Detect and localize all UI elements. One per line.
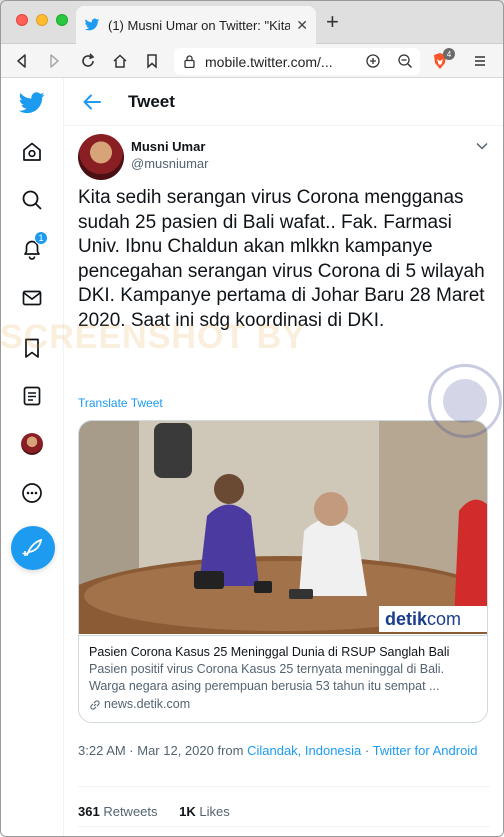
- bookmark-button[interactable]: [142, 51, 162, 71]
- retweets-stat[interactable]: 361 Retweets: [78, 804, 158, 819]
- retweets-count: 361: [78, 804, 100, 819]
- tweet-header: Tweet: [64, 78, 504, 126]
- likes-stat[interactable]: 1K Likes: [179, 804, 230, 819]
- card-image: detikcom: [79, 421, 487, 634]
- detikcom-logo: detikcom: [385, 609, 461, 629]
- browser-tab[interactable]: (1) Musni Umar on Twitter: "Kita se ✕: [76, 6, 316, 44]
- twitter-sidebar: 1: [0, 78, 64, 837]
- tweet-source[interactable]: Twitter for Android: [373, 743, 478, 758]
- translate-tweet-link[interactable]: Translate Tweet: [78, 396, 163, 410]
- likes-label: Likes: [199, 804, 230, 819]
- press-conference-photo: detikcom: [79, 421, 487, 634]
- back-arrow-icon[interactable]: [80, 90, 104, 114]
- messages-envelope-icon[interactable]: [20, 286, 44, 310]
- divider: [78, 826, 490, 827]
- url-text: mobile.twitter.com/...: [205, 53, 333, 70]
- tab-title: (1) Musni Umar on Twitter: "Kita se: [108, 17, 291, 33]
- card-domain: news.detik.com: [89, 696, 479, 713]
- tweet-location[interactable]: Cilandak, Indonesia: [247, 743, 361, 758]
- link-icon: [90, 699, 100, 710]
- home-button[interactable]: [110, 51, 130, 71]
- profile-avatar-icon[interactable]: [20, 432, 44, 456]
- turnbackhoax-stamp: [428, 364, 502, 438]
- tweet-timestamp[interactable]: 3:22 AM · Mar 12, 2020 from: [78, 743, 243, 758]
- forward-button[interactable]: [44, 51, 64, 71]
- tweet-stats: 361 Retweets 1K Likes: [78, 804, 230, 819]
- tweet-detail-column: Tweet Musni Umar @musniumar Kita sedih s…: [64, 78, 504, 837]
- author-handle[interactable]: @musniumar: [131, 156, 209, 171]
- triangle-right-icon: [50, 54, 59, 68]
- home-icon: [113, 54, 127, 68]
- extension-badge: 4: [443, 48, 455, 60]
- link-preview-card[interactable]: detikcom Pasien Corona Kasus 25 Meningga…: [78, 420, 488, 723]
- notification-badge: 1: [34, 231, 48, 245]
- zoom-in-icon: [366, 54, 380, 68]
- author-avatar[interactable]: [78, 134, 124, 180]
- lists-icon[interactable]: [20, 384, 44, 408]
- tweet-text: Kita sedih serangan virus Corona menggan…: [78, 187, 485, 331]
- menu-button[interactable]: [470, 51, 490, 71]
- twitter-logo-icon[interactable]: [19, 90, 45, 116]
- back-button[interactable]: [12, 51, 32, 71]
- tweet-author: Musni Umar @musniumar: [78, 134, 490, 182]
- compose-tweet-button[interactable]: [11, 526, 55, 570]
- divider: [78, 786, 490, 787]
- retweets-label: Retweets: [103, 804, 158, 819]
- window-minimize-button[interactable]: [36, 14, 48, 26]
- home-nav-icon[interactable]: [20, 140, 44, 164]
- reload-button[interactable]: [78, 51, 98, 71]
- window-maximize-button[interactable]: [56, 14, 68, 26]
- new-tab-button[interactable]: +: [326, 11, 339, 33]
- zoom-out-button[interactable]: [395, 51, 415, 71]
- window-close-button[interactable]: [16, 14, 28, 26]
- brave-shield-button[interactable]: 4: [430, 48, 455, 71]
- screenshot-watermark: SCREENSHOT BY: [0, 318, 306, 356]
- reload-icon: [82, 53, 95, 67]
- address-bar[interactable]: mobile.twitter.com/...: [174, 48, 420, 75]
- chevron-down-icon[interactable]: [474, 138, 490, 154]
- feather-quill-icon: [22, 538, 43, 556]
- likes-count: 1K: [179, 804, 196, 819]
- twitter-favicon-icon: [84, 18, 100, 31]
- meta-separator: ·: [364, 743, 370, 758]
- zoom-out-icon: [398, 54, 413, 69]
- tab-close-icon[interactable]: ✕: [296, 17, 308, 34]
- stamp-center: [443, 379, 487, 423]
- lock-icon: [184, 55, 195, 68]
- page-title: Tweet: [128, 91, 175, 111]
- card-description: Pasien positif virus Corona Kasus 25 ter…: [89, 662, 445, 693]
- bookmark-outline-icon: [147, 54, 157, 69]
- card-body: Pasien Corona Kasus 25 Meninggal Dunia d…: [79, 635, 487, 721]
- card-domain-text: news.detik.com: [104, 697, 191, 711]
- zoom-in-button[interactable]: [363, 51, 383, 71]
- notifications-bell-icon[interactable]: 1: [20, 231, 48, 261]
- triangle-left-icon: [17, 54, 26, 68]
- more-options-icon[interactable]: [20, 481, 44, 505]
- tweet-meta: 3:22 AM · Mar 12, 2020 from Cilandak, In…: [78, 742, 478, 759]
- card-title: Pasien Corona Kasus 25 Meninggal Dunia d…: [89, 645, 450, 659]
- browser-nav-bar: mobile.twitter.com/... 4: [0, 44, 504, 78]
- browser-tab-bar: (1) Musni Umar on Twitter: "Kita se ✕ +: [0, 0, 504, 44]
- hamburger-menu-icon: [475, 56, 485, 66]
- author-name[interactable]: Musni Umar: [131, 139, 205, 154]
- explore-search-icon[interactable]: [20, 188, 44, 212]
